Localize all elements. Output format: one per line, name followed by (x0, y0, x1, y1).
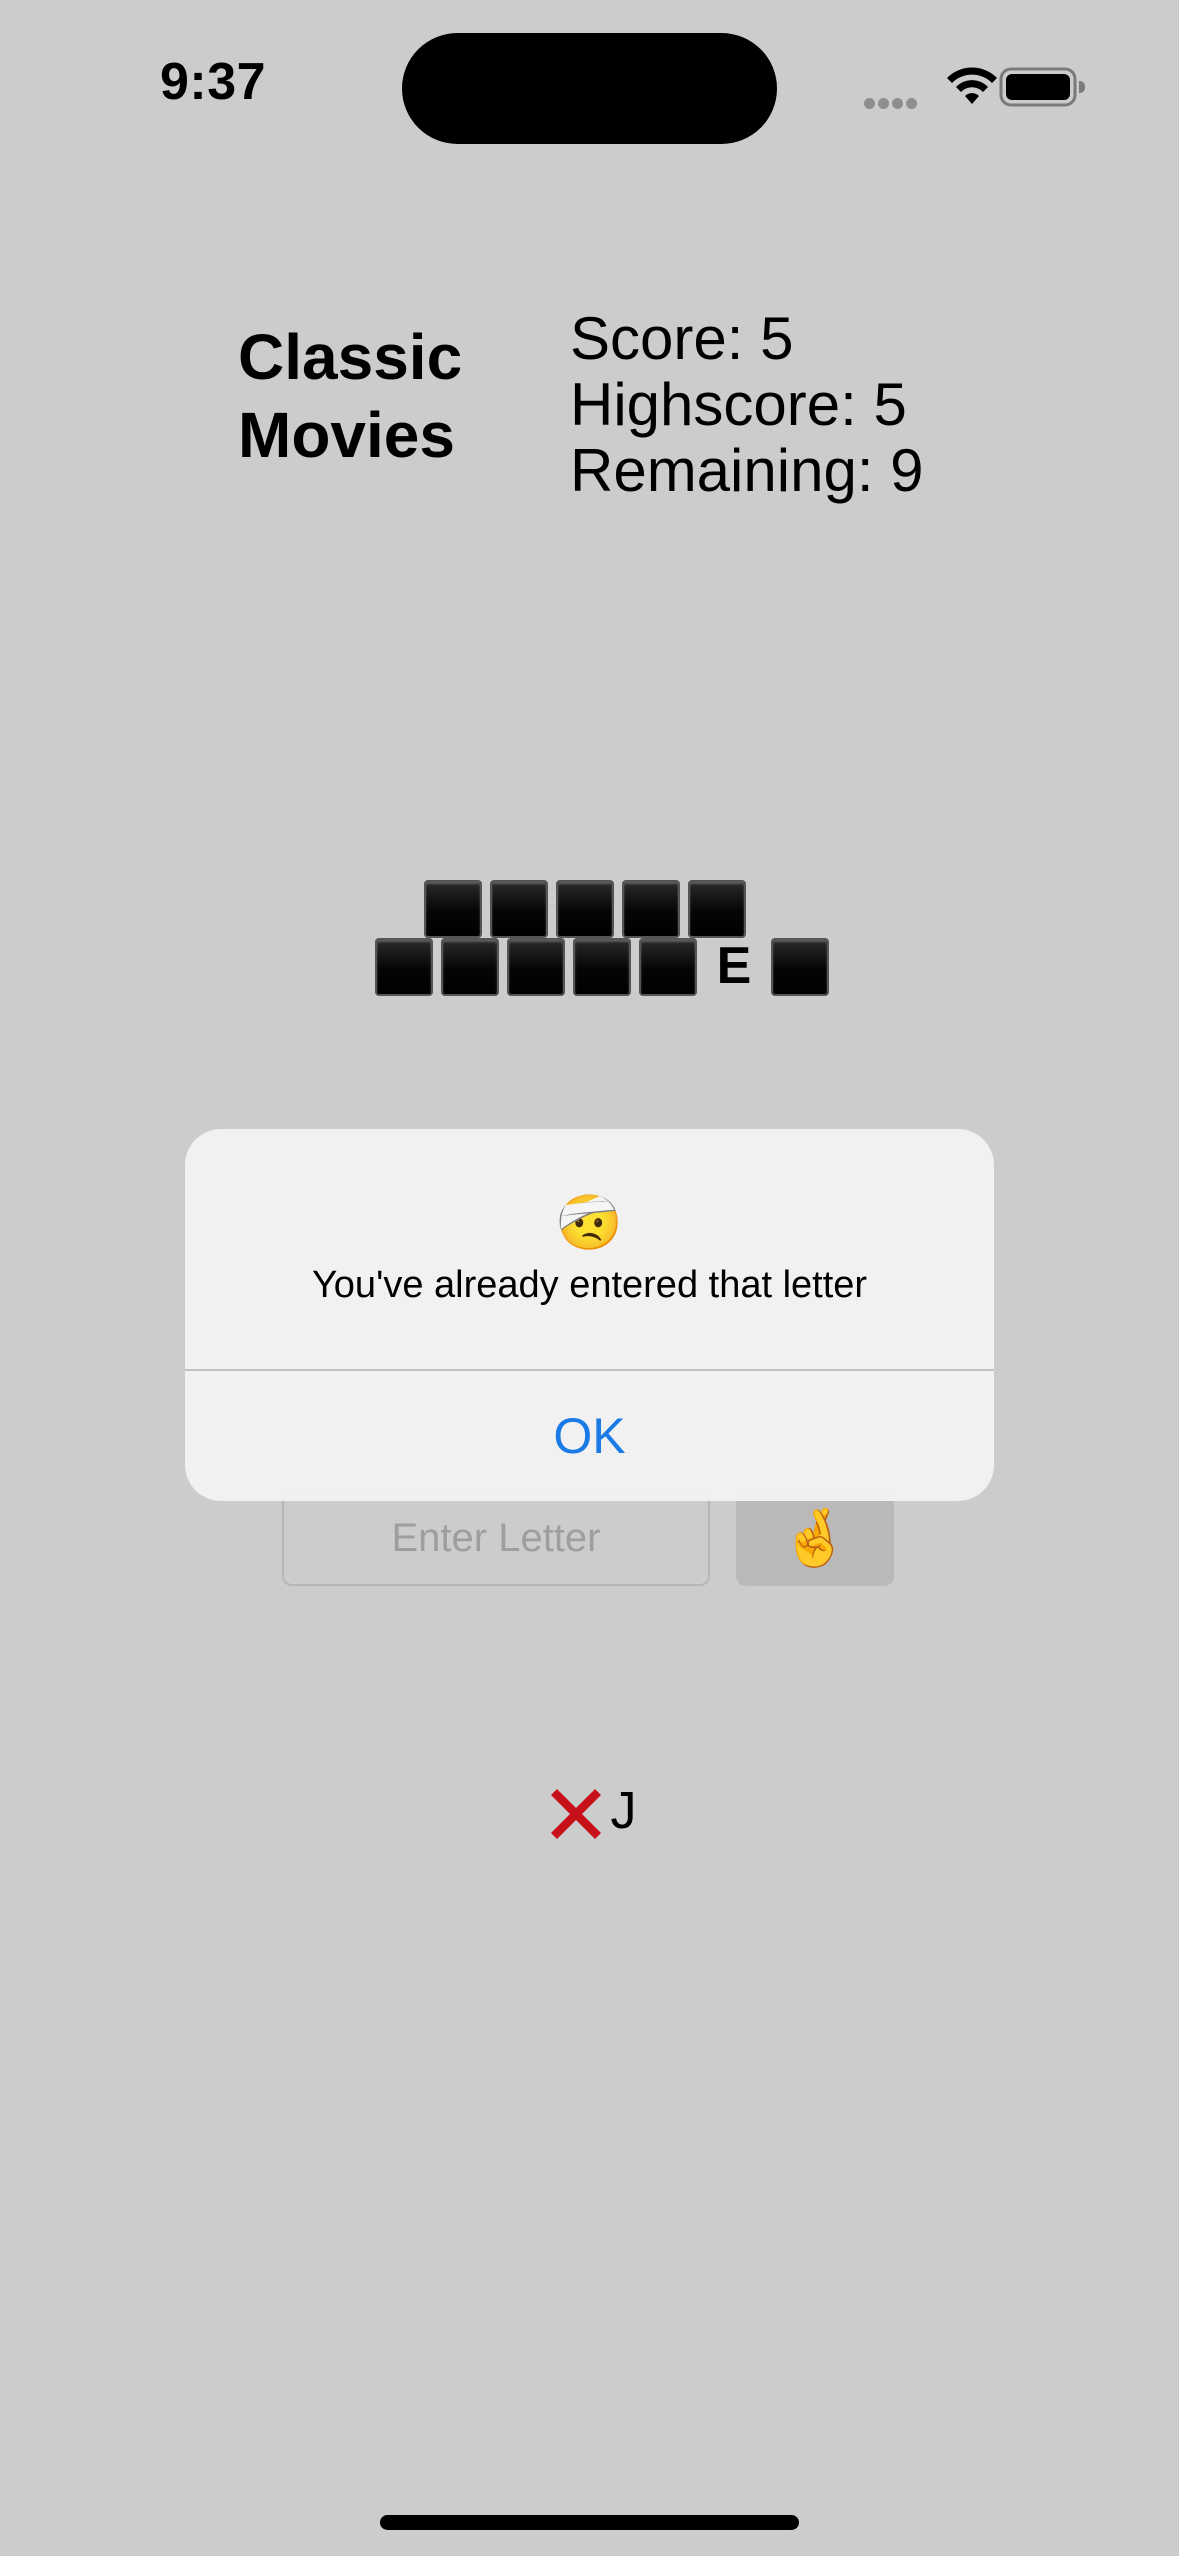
alert-message: You've already entered that letter (311, 1264, 868, 1306)
alert-ok-button[interactable]: OK (185, 1371, 994, 1501)
alert-dialog: 🤕 You've already entered that letter OK (185, 1129, 994, 1501)
home-indicator[interactable] (380, 2515, 799, 2530)
alert-emoji: 🤕 (555, 1193, 624, 1253)
